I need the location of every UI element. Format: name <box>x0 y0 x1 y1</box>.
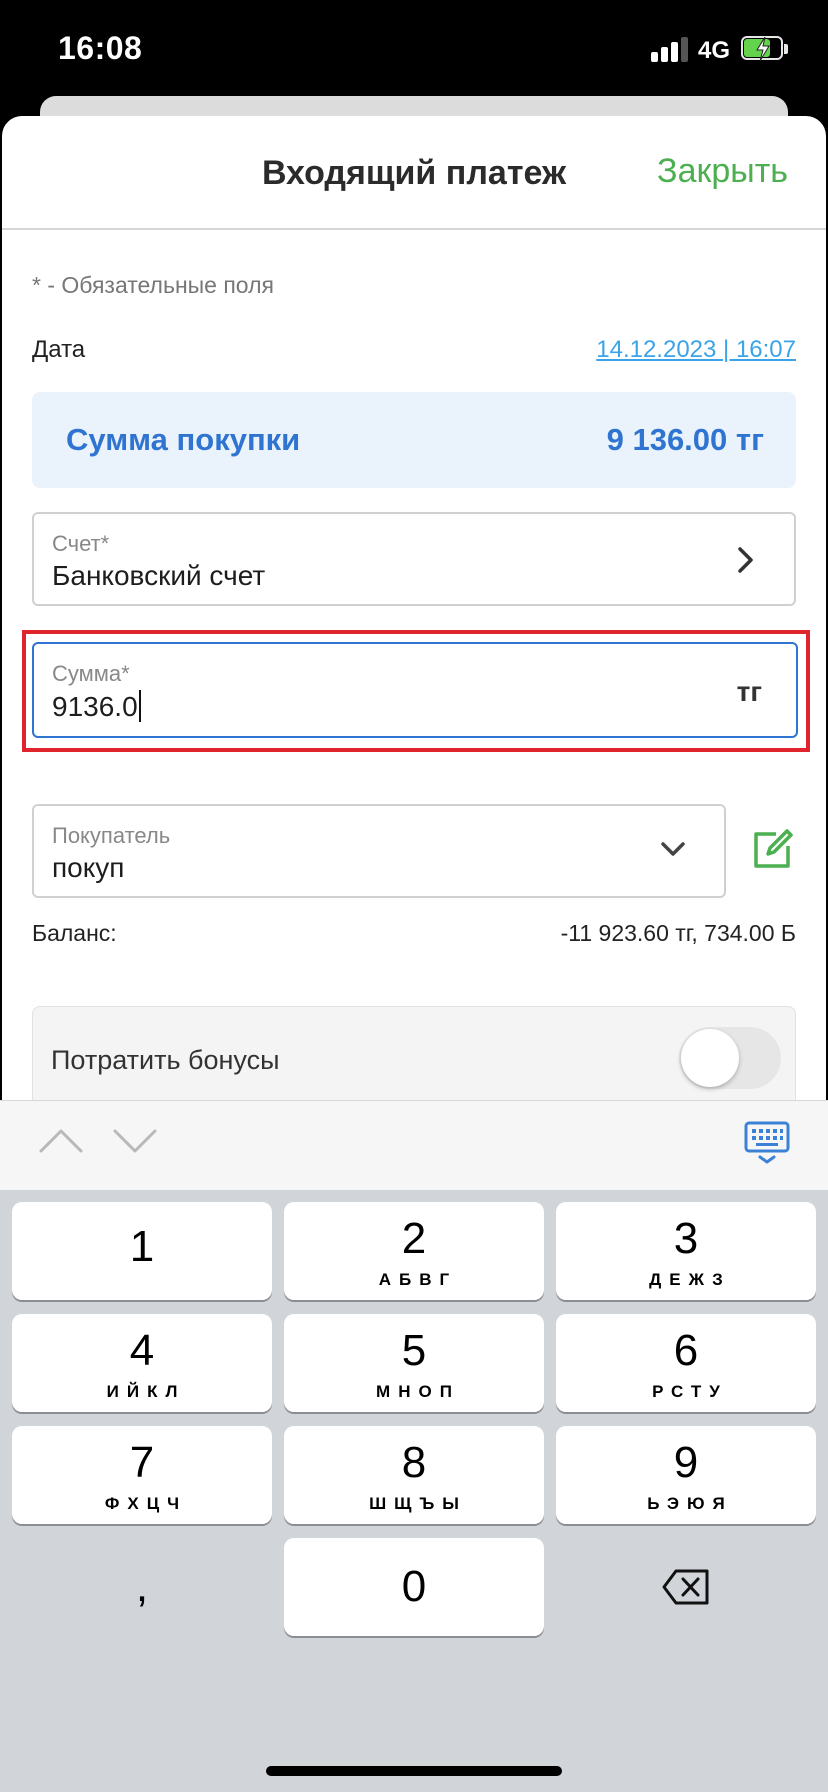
key-6[interactable]: 6 РСТУ <box>556 1314 816 1412</box>
required-fields-hint: * - Обязательные поля <box>32 272 274 298</box>
key-8[interactable]: 8 ШЩЪЫ <box>284 1426 544 1524</box>
keyboard-accessory-bar <box>0 1100 828 1191</box>
key-0[interactable]: 0 <box>284 1538 544 1636</box>
amount-value: 9136.0 <box>52 691 138 722</box>
signal-icon <box>651 36 691 62</box>
buyer-label: Покупатель <box>52 823 171 848</box>
key-5[interactable]: 5 МНОП <box>284 1314 544 1412</box>
buyer-value: покуп <box>52 852 125 883</box>
key-1[interactable]: 1 <box>12 1202 272 1300</box>
key-7[interactable]: 7 ФХЦЧ <box>12 1426 272 1524</box>
key-letters: МНОП <box>376 1382 460 1401</box>
chevron-up-icon[interactable] <box>38 1127 84 1155</box>
account-label: Счет* <box>52 531 110 556</box>
amount-label: Сумма* <box>52 661 130 686</box>
chevron-down-icon[interactable] <box>112 1127 158 1155</box>
chevron-right-icon <box>738 547 753 573</box>
key-number: 1 <box>129 1222 155 1271</box>
spend-bonus-label: Потратить бонусы <box>51 1045 280 1075</box>
key-number: 7 <box>129 1438 155 1487</box>
toggle-knob <box>681 1029 739 1087</box>
date-label: Дата <box>32 336 86 363</box>
key-4[interactable]: 4 ИЙКЛ <box>12 1314 272 1412</box>
key-letters: ДЕЖЗ <box>649 1270 731 1289</box>
key-number: 4 <box>129 1326 155 1375</box>
balance-value: -11 923.60 тг, 734.00 Б <box>560 920 796 946</box>
balance-label: Баланс: <box>32 920 117 946</box>
backspace-key[interactable] <box>556 1538 816 1636</box>
keyboard-dismiss-icon[interactable] <box>744 1121 790 1165</box>
key-number: 0 <box>401 1562 427 1611</box>
close-button[interactable]: Закрыть <box>657 152 788 191</box>
date-picker-link[interactable]: 14.12.2023 | 16:07 <box>596 336 796 364</box>
amount-value-wrap: 9136.0 <box>52 690 141 723</box>
key-letters: РСТУ <box>652 1382 728 1401</box>
spend-bonus-toggle[interactable] <box>679 1027 781 1089</box>
chevron-down-icon <box>661 842 685 856</box>
key-number: 2 <box>401 1214 427 1263</box>
home-indicator <box>266 1766 562 1776</box>
numeric-keyboard: 1 2 АБВГ 3 ДЕЖЗ 4 ИЙКЛ 5 МНОП 6 РСТУ 7 Ф… <box>0 1190 828 1792</box>
amount-input[interactable]: Сумма* 9136.0 тг <box>32 642 798 738</box>
key-number: 8 <box>401 1438 427 1487</box>
status-bar: 16:08 4G <box>0 0 828 100</box>
key-number: 6 <box>673 1326 699 1375</box>
key-comma-glyph: , <box>135 1562 149 1611</box>
account-value: Банковский счет <box>52 560 266 591</box>
edit-buyer-icon[interactable] <box>750 828 794 872</box>
purchase-sum-value: 9 136.00 тг <box>606 422 764 457</box>
key-number: 3 <box>673 1214 699 1263</box>
backspace-icon <box>662 1569 709 1605</box>
key-number: 9 <box>673 1438 699 1487</box>
key-letters: ИЙКЛ <box>106 1382 186 1401</box>
battery-icon <box>741 36 789 62</box>
account-select[interactable]: Счет* Банковский счет <box>32 512 796 606</box>
key-2[interactable]: 2 АБВГ <box>284 1202 544 1300</box>
purchase-sum-label: Сумма покупки <box>66 422 301 457</box>
key-comma[interactable]: , <box>12 1538 272 1636</box>
text-caret <box>138 690 141 722</box>
key-letters: АБВГ <box>378 1270 458 1289</box>
key-number: 5 <box>401 1326 427 1375</box>
key-letters: ШЩЪЫ <box>369 1494 467 1513</box>
key-letters: ФХЦЧ <box>104 1494 188 1513</box>
buyer-dropdown[interactable]: Покупатель покуп <box>32 804 726 898</box>
key-letters: ЬЭЮЯ <box>647 1494 733 1513</box>
status-time: 16:08 <box>58 30 143 66</box>
amount-currency: тг <box>736 676 762 707</box>
purchase-sum-box: Сумма покупки 9 136.00 тг <box>32 392 796 488</box>
key-3[interactable]: 3 ДЕЖЗ <box>556 1202 816 1300</box>
network-label: 4G <box>698 37 731 64</box>
key-9[interactable]: 9 ЬЭЮЯ <box>556 1426 816 1524</box>
sheet-header: Входящий платеж Закрыть <box>2 116 826 230</box>
